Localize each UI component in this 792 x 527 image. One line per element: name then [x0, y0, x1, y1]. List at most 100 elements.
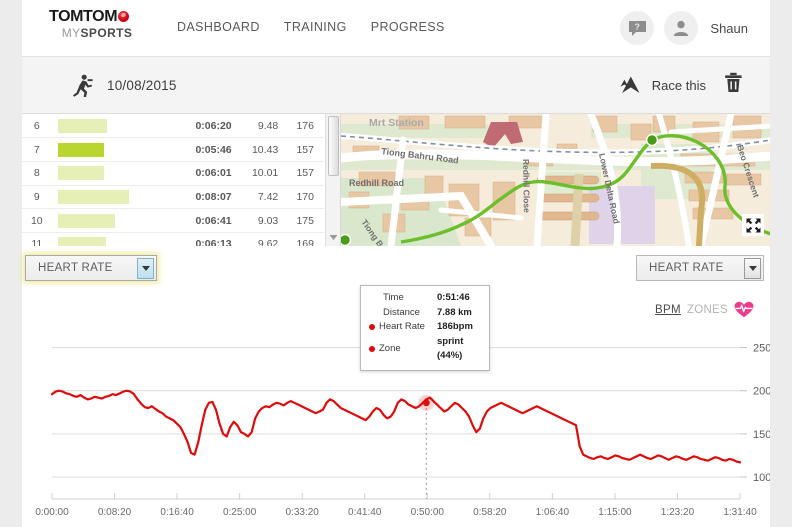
lap-table-container: 6 0:06:20 9.48 176 7 0:05:46 10.43 157 8…: [22, 114, 340, 246]
lap-heart-rate: 157: [296, 167, 314, 180]
chart-selector-row: HEART RATE HEART RATE: [22, 246, 770, 290]
table-scrollbar-thumb[interactable]: [328, 116, 339, 176]
race-chevron-icon: [620, 76, 640, 93]
svg-text:0:58:20: 0:58:20: [473, 507, 507, 518]
svg-text:1:31:40: 1:31:40: [723, 507, 757, 518]
svg-text:Redhill Close: Redhill Close: [521, 159, 532, 213]
chart-panel: HEART RATE HEART RATE BPM ZONES Time 0:5…: [22, 246, 770, 527]
logo-sub-text: MYSPORTS: [49, 26, 145, 40]
tomtom-mysports-logo[interactable]: TOMTOM MYSPORTS: [49, 8, 169, 41]
logo-brand-text: TOMTOM: [49, 8, 169, 25]
lap-pace: 0:06:13: [195, 238, 232, 246]
lap-pace: 0:05:46: [195, 143, 232, 156]
tooltip-zone-label: Zone: [379, 342, 401, 354]
table-row[interactable]: 7 0:05:46 10.43 157: [22, 138, 324, 162]
lap-index: 8: [33, 167, 40, 180]
svg-text:0:41:40: 0:41:40: [348, 507, 382, 518]
race-this-label: Race this: [651, 77, 706, 93]
bpm-zones-toggle: BPM ZONES: [655, 301, 754, 318]
bpm-tab[interactable]: BPM: [655, 304, 681, 316]
map-fullscreen-button[interactable]: [742, 214, 764, 236]
map-canvas: Mrt Station Tiong Bahru Road Redhill Clo…: [341, 114, 770, 246]
lap-index: 11: [31, 238, 43, 246]
fullscreen-expand-icon: [746, 218, 760, 232]
svg-text:1:23:20: 1:23:20: [661, 507, 695, 518]
lap-index: 6: [33, 119, 40, 132]
lap-distance: 9.03: [257, 214, 279, 227]
table-row[interactable]: 9 0:08:07 7.42 170: [22, 185, 324, 209]
svg-text:250: 250: [753, 343, 770, 355]
user-avatar-icon: [674, 20, 689, 36]
logo-sports-label: SPORTS: [80, 26, 133, 40]
lap-bar-cell: [52, 209, 172, 233]
svg-text:0:25:00: 0:25:00: [223, 507, 257, 518]
help-button[interactable]: ?: [620, 11, 655, 45]
tooltip-heart-rate-value: 186bpm: [437, 321, 473, 332]
lap-pace-bar: [57, 237, 107, 246]
svg-text:0:33:20: 0:33:20: [285, 507, 319, 518]
right-metric-select[interactable]: HEART RATE: [636, 255, 764, 281]
nav-item-training[interactable]: TRAINING: [284, 20, 347, 34]
race-this-button[interactable]: Race this: [619, 75, 706, 95]
zones-tab[interactable]: ZONES: [687, 304, 728, 316]
nav-item-dashboard[interactable]: DASHBOARD: [177, 20, 260, 34]
svg-text:100: 100: [753, 472, 770, 484]
left-metric-select-arrow[interactable]: [137, 257, 154, 279]
lap-index: 7: [33, 143, 40, 156]
main-nav-links: DASHBOARD TRAINING PROGRESS: [177, 20, 445, 34]
right-metric-select-arrow[interactable]: [744, 257, 761, 279]
table-scroll-down-button[interactable]: [326, 230, 340, 244]
svg-text:0:00:00: 0:00:00: [35, 507, 69, 518]
lap-bar-cell: [52, 138, 172, 162]
tooltip-time-label: Time: [383, 292, 404, 303]
left-metric-select-value: HEART RATE: [38, 262, 113, 274]
tooltip-row-distance: Distance 7.88 km: [369, 306, 481, 321]
table-row[interactable]: 8 0:06:01 10.01 157: [22, 161, 324, 186]
lap-index: 9: [33, 190, 40, 203]
activity-actions: Race this: [619, 70, 745, 100]
tooltip-row-zone: Zone sprint (44%): [369, 335, 481, 364]
lap-pace-bar: [57, 142, 104, 157]
left-metric-select[interactable]: HEART RATE: [25, 255, 157, 281]
lap-pace-bar: [57, 213, 116, 228]
lap-distance: 10.43: [251, 143, 279, 156]
logo-brand-label: TOMTOM: [49, 8, 118, 25]
nav-item-progress[interactable]: PROGRESS: [371, 20, 445, 34]
svg-text:0:08:20: 0:08:20: [98, 507, 132, 518]
table-scrollbar[interactable]: [325, 114, 340, 246]
laps-and-map-row: 6 0:06:20 9.48 176 7 0:05:46 10.43 157 8…: [22, 114, 770, 246]
table-row[interactable]: 6 0:06:20 9.48 176: [22, 114, 324, 138]
heart-pulse-icon: [734, 301, 754, 318]
lap-pace-bar: [57, 118, 108, 133]
username-label: Shaun: [710, 20, 748, 36]
chevron-down-icon: [329, 234, 338, 240]
chevron-down-icon: [141, 265, 150, 271]
tooltip-heart-rate-label: Heart Rate: [379, 321, 425, 332]
svg-text:150: 150: [753, 429, 770, 441]
right-metric-select-value: HEART RATE: [649, 262, 724, 274]
lap-bar-cell: [52, 114, 172, 138]
avatar-button[interactable]: [664, 11, 699, 45]
table-row[interactable]: 10 0:06:41 9.03 175: [22, 209, 324, 233]
running-figure-icon: [69, 73, 95, 104]
lap-distance: 7.42: [257, 190, 279, 203]
lap-bar-cell: [52, 185, 172, 209]
delete-activity-button[interactable]: [722, 70, 745, 100]
lap-distance: 9.62: [257, 238, 279, 246]
lap-pace: 0:08:07: [195, 190, 232, 203]
tooltip-row-time: Time 0:51:46: [369, 291, 481, 306]
lap-bar-cell: [52, 232, 172, 246]
svg-text:Mrt Station: Mrt Station: [369, 117, 424, 129]
help-speech-bubble-icon: ?: [628, 20, 646, 36]
svg-text:0:16:40: 0:16:40: [160, 507, 194, 518]
tomtom-logo-dot-icon: [118, 11, 130, 22]
route-map[interactable]: Mrt Station Tiong Bahru Road Redhill Clo…: [340, 114, 770, 246]
svg-text:Redhill Road: Redhill Road: [349, 178, 404, 188]
svg-text:1:06:40: 1:06:40: [536, 507, 570, 518]
top-navigation-bar: TOMTOM MYSPORTS DASHBOARD TRAINING PROGR…: [22, 0, 770, 57]
user-area: ? Shaun: [620, 11, 748, 45]
lap-heart-rate: 169: [296, 238, 314, 246]
lap-heart-rate: 175: [296, 214, 314, 227]
table-row[interactable]: 11 0:06:13 9.62 169: [22, 232, 324, 246]
tooltip-distance-label: Distance: [383, 306, 420, 318]
